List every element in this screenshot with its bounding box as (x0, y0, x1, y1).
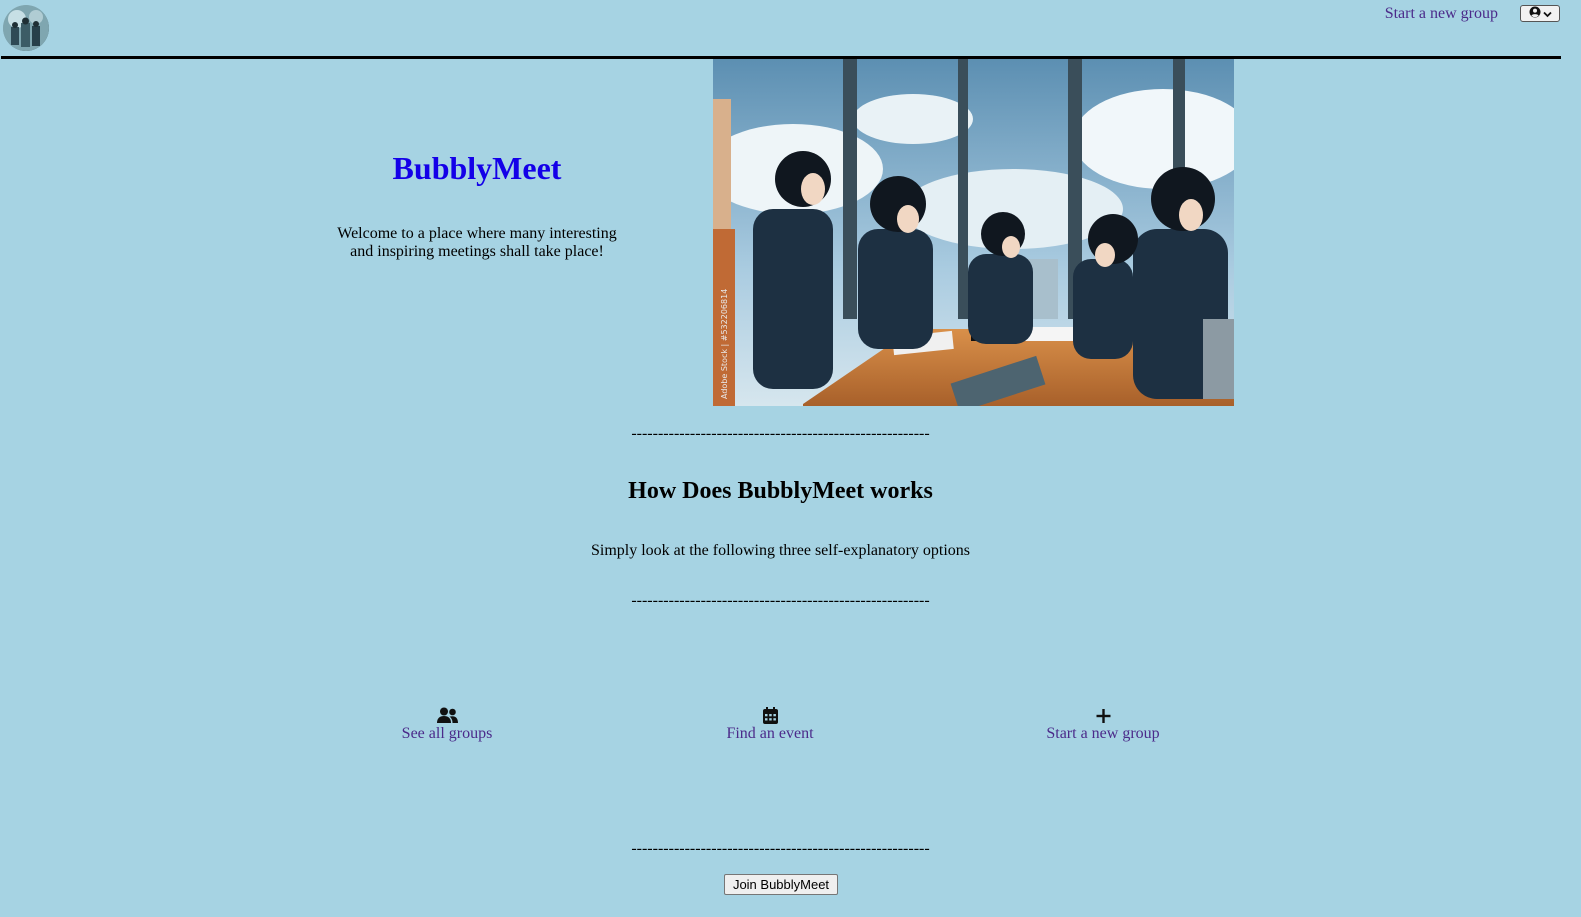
users-icon (347, 707, 547, 725)
calendar-icon (670, 707, 870, 725)
join-bubblymeet-button[interactable]: Join BubblyMeet (724, 874, 838, 895)
meeting-illustration: Adobe Stock | #532206814 (713, 59, 1234, 406)
start-new-group-link[interactable]: Start a new group (1385, 5, 1498, 23)
find-an-event-label: Find an event (726, 725, 814, 742)
how-it-works-subtitle: Simply look at the following three self-… (590, 542, 971, 559)
plus-icon (1003, 707, 1203, 725)
start-new-group-option-link[interactable]: Start a new group (1003, 707, 1203, 743)
logo-avatar[interactable] (3, 5, 49, 51)
how-it-works-title: How Does BubblyMeet works (628, 478, 933, 504)
separator-bottom: ----------------------------------------… (631, 840, 930, 857)
top-nav: Start a new group (0, 0, 1581, 60)
see-all-groups-label: See all groups (401, 725, 493, 742)
user-menu-button[interactable] (1520, 5, 1560, 22)
start-new-group-label: Start a new group (1046, 725, 1160, 742)
image-watermark: Adobe Stock | #532206814 (720, 289, 729, 399)
chevron-down-icon (1542, 5, 1552, 23)
separator-top: ----------------------------------------… (631, 425, 930, 442)
page: Start a new group BubblyMeet Welcome to … (0, 0, 1581, 917)
site-title: BubblyMeet (392, 150, 562, 186)
find-an-event-link[interactable]: Find an event (670, 707, 870, 743)
separator-middle: ----------------------------------------… (631, 592, 930, 609)
user-circle-icon (1529, 5, 1541, 23)
welcome-text: Welcome to a place where many interestin… (337, 225, 617, 260)
see-all-groups-link[interactable]: See all groups (347, 707, 547, 743)
